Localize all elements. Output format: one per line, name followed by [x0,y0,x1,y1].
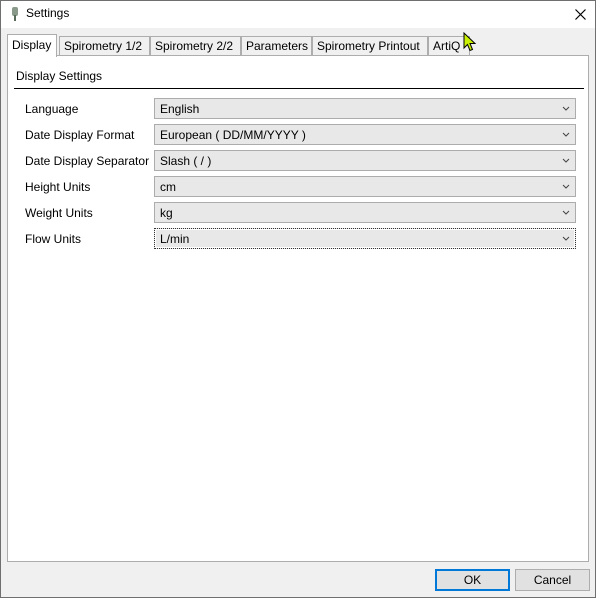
weight-units-select[interactable]: kg [154,202,576,223]
language-select[interactable]: English [154,98,576,119]
chevron-down-icon [562,106,570,111]
chevron-down-icon [562,158,570,163]
app-icon [12,7,18,21]
window-title: Settings [26,6,70,20]
chevron-down-icon [562,236,570,241]
date-display-format-value: European ( DD/MM/YYYY ) [160,128,306,142]
settings-dialog: Settings Display Spirometry 1/2 Spiromet… [0,0,596,598]
chevron-down-icon [562,210,570,215]
tab-strip: Display Spirometry 1/2 Spirometry 2/2 Pa… [7,34,589,57]
date-display-format-label: Date Display Format [25,128,135,142]
height-units-select[interactable]: cm [154,176,576,197]
tab-spirometry-printout[interactable]: Spirometry Printout [312,36,428,55]
date-display-separator-value: Slash ( / ) [160,154,212,168]
height-units-label: Height Units [25,180,91,194]
tab-spirometry-1-2[interactable]: Spirometry 1/2 [59,36,150,55]
close-icon [574,9,586,20]
chevron-down-icon [562,132,570,137]
display-settings-header: Display Settings [16,69,103,83]
flow-units-value: L/min [160,232,190,246]
tab-parameters[interactable]: Parameters [241,36,312,55]
header-divider [14,88,584,89]
cancel-button[interactable]: Cancel [515,569,590,591]
height-units-value: cm [160,180,176,194]
tab-display[interactable]: Display [7,34,57,57]
weight-units-label: Weight Units [25,206,93,220]
close-button[interactable] [565,1,595,28]
date-display-separator-label: Date Display Separator [25,154,150,168]
chevron-down-icon [562,184,570,189]
weight-units-value: kg [160,206,173,220]
language-value: English [160,102,200,116]
mouse-pointer-icon [463,32,477,52]
language-label: Language [25,102,79,116]
flow-units-label: Flow Units [25,232,82,246]
ok-button[interactable]: OK [435,569,510,591]
flow-units-select[interactable]: L/min [154,228,576,249]
date-display-format-select[interactable]: European ( DD/MM/YYYY ) [154,124,576,145]
date-display-separator-select[interactable]: Slash ( / ) [154,150,576,171]
display-tab-page: Display Settings Language English Date D… [7,55,589,562]
tab-spirometry-2-2[interactable]: Spirometry 2/2 [150,36,241,55]
title-bar: Settings [1,1,595,28]
